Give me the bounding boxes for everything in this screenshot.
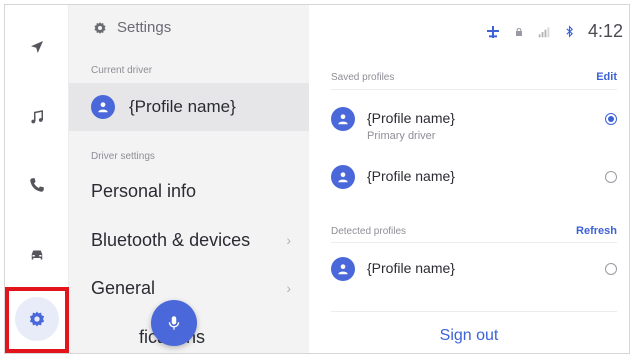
app-window: Settings Current driver {Profile name} D… (4, 4, 630, 354)
current-driver-label: Current driver (91, 65, 153, 76)
settings-title: Settings (117, 19, 172, 36)
gear-icon (29, 311, 45, 327)
chevron-right-icon: › (286, 280, 291, 296)
profile-subtitle: Primary driver (367, 130, 436, 142)
voice-assistant-button[interactable] (151, 300, 197, 346)
profiles-panel: 4:12 Saved profiles Edit {Profile name} … (309, 5, 629, 353)
gear-icon (94, 21, 106, 34)
saved-profiles-header: Saved profiles Edit (331, 71, 617, 83)
driver-settings-label: Driver settings (91, 151, 155, 162)
divider (331, 89, 617, 90)
left-rail (5, 5, 69, 353)
bluetooth-icon (566, 25, 573, 38)
menu-item-personal-info[interactable]: Personal info (69, 170, 309, 212)
status-bar: 4:12 (485, 21, 623, 42)
refresh-button[interactable]: Refresh (576, 225, 617, 237)
rail-item-vehicle[interactable] (5, 235, 69, 275)
chevron-right-icon: › (286, 232, 291, 248)
avatar (331, 165, 355, 189)
saved-profiles-label: Saved profiles (331, 71, 395, 83)
detected-profile-row-1[interactable]: {Profile name} (331, 257, 617, 281)
avatar (331, 257, 355, 281)
current-driver-name: {Profile name} (129, 97, 236, 116)
profile-radio[interactable] (605, 171, 617, 183)
settings-active-bubble (15, 297, 59, 341)
profile-name: {Profile name} (367, 110, 455, 126)
rail-item-music[interactable] (5, 97, 69, 137)
music-icon (31, 110, 43, 124)
detected-profiles-label: Detected profiles (331, 225, 407, 237)
person-icon (338, 114, 348, 125)
detected-profiles-header: Detected profiles Refresh (331, 225, 617, 237)
menu-item-label: Personal info (91, 180, 197, 201)
avatar (91, 95, 115, 119)
rail-item-phone[interactable] (5, 165, 69, 205)
profile-radio[interactable] (605, 263, 617, 275)
navigation-icon (31, 41, 43, 53)
wifi-icon (486, 25, 499, 38)
clock-time: 4:12 (587, 21, 623, 41)
sign-out-button[interactable]: Sign out (309, 327, 629, 345)
saved-profile-row-2[interactable]: {Profile name} (331, 165, 617, 189)
edit-button[interactable]: Edit (596, 71, 617, 83)
settings-header: Settings (93, 19, 171, 36)
rail-item-navigation[interactable] (5, 27, 69, 67)
person-icon (98, 102, 108, 113)
saved-profile-row-1[interactable]: {Profile name} Primary driver (331, 107, 617, 142)
divider (331, 242, 617, 243)
car-icon (31, 250, 43, 260)
settings-panel: Settings Current driver {Profile name} D… (69, 5, 309, 353)
menu-item-general[interactable]: General › (69, 267, 309, 309)
current-driver-row[interactable]: {Profile name} (69, 83, 309, 131)
signal-icon (538, 26, 550, 37)
profile-radio-selected[interactable] (605, 113, 617, 125)
menu-item-bluetooth-devices[interactable]: Bluetooth & devices › (69, 219, 309, 261)
person-icon (338, 172, 348, 183)
menu-item-label: Bluetooth & devices (91, 229, 251, 250)
divider (331, 311, 617, 312)
rail-item-settings[interactable] (5, 287, 69, 351)
avatar (331, 107, 355, 131)
lock-icon (515, 27, 522, 36)
menu-item-label: General (91, 277, 156, 298)
profile-name: {Profile name} (367, 260, 455, 276)
profile-name: {Profile name} (367, 168, 455, 184)
phone-icon (30, 178, 44, 192)
person-icon (338, 264, 348, 275)
microphone-icon (168, 316, 180, 330)
